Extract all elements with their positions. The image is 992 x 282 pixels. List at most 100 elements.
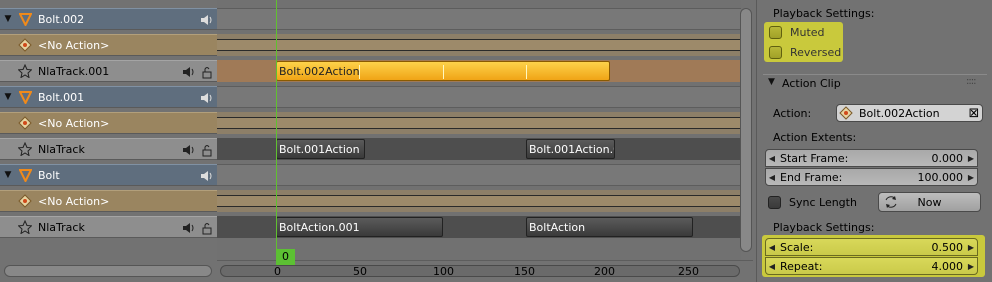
channel-action-none[interactable]: <No Action> bbox=[0, 34, 217, 56]
action-row bbox=[217, 112, 741, 134]
field-value: 100.000 bbox=[917, 170, 964, 184]
expand-triangle-icon[interactable]: ▼ bbox=[2, 170, 14, 180]
channel-label: NlaTrack bbox=[38, 220, 85, 234]
tick-label: 250 bbox=[678, 265, 699, 278]
field-value: 0.000 bbox=[931, 151, 964, 165]
channel-object-bolt-001[interactable]: ▼ Bolt.001 bbox=[0, 86, 217, 108]
expand-triangle-icon[interactable]: ▼ bbox=[2, 92, 14, 102]
drag-handle-icon[interactable]: :::: bbox=[966, 76, 977, 87]
start-frame-field[interactable]: ◀ Start Frame: 0.000 ▶ bbox=[765, 149, 978, 167]
strip-label: Bolt.001Action.001 bbox=[529, 142, 614, 156]
object-cone-icon bbox=[17, 11, 33, 27]
muted-checkbox[interactable] bbox=[769, 26, 782, 39]
action-icon bbox=[837, 106, 855, 120]
action-value: Bolt.002Action bbox=[859, 106, 940, 120]
increment-arrow-icon[interactable]: ▶ bbox=[965, 262, 977, 271]
strip-bolt-action-001[interactable]: BoltAction.001 bbox=[276, 217, 443, 237]
speaker-icon[interactable] bbox=[181, 64, 197, 80]
track-row-nlatrack[interactable]: Bolt.001Action Bolt.001Action.001 bbox=[217, 138, 741, 160]
now-button[interactable]: Now bbox=[878, 192, 981, 212]
increment-arrow-icon[interactable]: ▶ bbox=[965, 154, 977, 163]
decrement-arrow-icon[interactable]: ◀ bbox=[766, 262, 778, 271]
track-row-nlatrack-001[interactable]: Bolt.002Action bbox=[217, 60, 741, 82]
strip-bolt-002-action[interactable]: Bolt.002Action bbox=[276, 61, 610, 81]
decrement-arrow-icon[interactable]: ◀ bbox=[766, 173, 778, 182]
field-value: 0.500 bbox=[931, 240, 964, 254]
action-icon bbox=[17, 115, 33, 131]
speaker-icon[interactable] bbox=[199, 90, 215, 106]
timeline-horizontal-scrollbar[interactable] bbox=[220, 265, 740, 277]
decrement-arrow-icon[interactable]: ◀ bbox=[766, 243, 778, 252]
muted-label: Muted bbox=[790, 26, 825, 39]
object-cone-icon bbox=[17, 167, 33, 183]
tick-label: 200 bbox=[594, 265, 615, 278]
channel-track-nlatrack-001[interactable]: NlaTrack.001 bbox=[0, 60, 217, 82]
repeat-field[interactable]: ◀ Repeat: 4.000 ▶ bbox=[765, 257, 978, 275]
refresh-icon bbox=[884, 195, 898, 212]
lock-icon[interactable] bbox=[199, 142, 215, 158]
star-icon[interactable] bbox=[17, 219, 33, 235]
star-icon[interactable] bbox=[17, 63, 33, 79]
reversed-label: Reversed bbox=[790, 46, 842, 59]
close-icon[interactable]: ⊠ bbox=[966, 106, 982, 121]
channel-label: Bolt.002 bbox=[38, 12, 85, 26]
strip-bolt-001-action-001[interactable]: Bolt.001Action.001 bbox=[526, 139, 615, 159]
reversed-checkbox[interactable] bbox=[769, 46, 782, 59]
collapse-triangle-icon[interactable]: ▼ bbox=[768, 77, 775, 87]
increment-arrow-icon[interactable]: ▶ bbox=[965, 243, 977, 252]
nla-strip-area[interactable]: Bolt.002Action Bolt.001Action Bolt.001Ac… bbox=[217, 0, 741, 260]
strip-label: Bolt.001Action bbox=[279, 142, 360, 156]
channel-object-bolt-002[interactable]: ▼ Bolt.002 bbox=[0, 8, 217, 30]
speaker-icon[interactable] bbox=[199, 168, 215, 184]
channel-horizontal-scrollbar[interactable] bbox=[4, 265, 212, 277]
channel-label: Bolt.001 bbox=[38, 90, 85, 104]
button-label: Now bbox=[917, 195, 942, 209]
panel-title: Action Clip bbox=[782, 77, 841, 90]
action-row bbox=[217, 190, 741, 212]
tick-label: 150 bbox=[514, 265, 535, 278]
action-selector[interactable]: Bolt.002Action ⊠ bbox=[836, 104, 983, 122]
tick-label: 50 bbox=[353, 265, 367, 278]
lock-icon[interactable] bbox=[199, 64, 215, 80]
playhead[interactable] bbox=[276, 0, 277, 264]
channel-action-none[interactable]: <No Action> bbox=[0, 112, 217, 134]
expand-triangle-icon[interactable]: ▼ bbox=[2, 14, 14, 24]
action-icon bbox=[17, 37, 33, 53]
object-row bbox=[217, 164, 741, 186]
speaker-icon[interactable] bbox=[181, 220, 197, 236]
tick-label: 0 bbox=[274, 265, 281, 278]
channel-label: <No Action> bbox=[38, 38, 110, 52]
lock-icon[interactable] bbox=[199, 220, 215, 236]
action-icon bbox=[17, 193, 33, 209]
channel-label: NlaTrack.001 bbox=[38, 64, 110, 78]
action-field-label: Action: bbox=[773, 107, 812, 120]
end-frame-field[interactable]: ◀ End Frame: 100.000 ▶ bbox=[765, 168, 978, 186]
field-label: Scale: bbox=[780, 240, 814, 254]
track-row-nlatrack[interactable]: BoltAction.001 BoltAction bbox=[217, 216, 741, 238]
strip-bolt-action[interactable]: BoltAction bbox=[526, 217, 693, 237]
playback-settings-label: Playback Settings: bbox=[773, 221, 875, 234]
action-row bbox=[217, 34, 741, 56]
current-frame-indicator[interactable]: 0 bbox=[276, 249, 295, 265]
field-label: Repeat: bbox=[780, 259, 823, 273]
object-row bbox=[217, 8, 741, 30]
strip-label: Bolt.002Action bbox=[279, 64, 360, 78]
increment-arrow-icon[interactable]: ▶ bbox=[965, 173, 977, 182]
sync-length-checkbox[interactable] bbox=[768, 196, 781, 209]
channel-label: NlaTrack bbox=[38, 142, 85, 156]
speaker-icon[interactable] bbox=[199, 12, 215, 28]
channel-label: <No Action> bbox=[38, 194, 110, 208]
strip-bolt-001-action[interactable]: Bolt.001Action bbox=[276, 139, 365, 159]
channel-track-nlatrack[interactable]: NlaTrack bbox=[0, 138, 217, 160]
vertical-scrollbar[interactable] bbox=[740, 8, 752, 252]
field-label: End Frame: bbox=[780, 170, 843, 184]
speaker-icon[interactable] bbox=[181, 142, 197, 158]
channel-track-nlatrack[interactable]: NlaTrack bbox=[0, 216, 217, 238]
star-icon[interactable] bbox=[17, 141, 33, 157]
scale-field[interactable]: ◀ Scale: 0.500 ▶ bbox=[765, 238, 978, 256]
decrement-arrow-icon[interactable]: ◀ bbox=[766, 154, 778, 163]
channel-object-bolt[interactable]: ▼ Bolt bbox=[0, 164, 217, 186]
channel-label: <No Action> bbox=[38, 116, 110, 130]
tick-label: 100 bbox=[433, 265, 454, 278]
channel-action-none[interactable]: <No Action> bbox=[0, 190, 217, 212]
